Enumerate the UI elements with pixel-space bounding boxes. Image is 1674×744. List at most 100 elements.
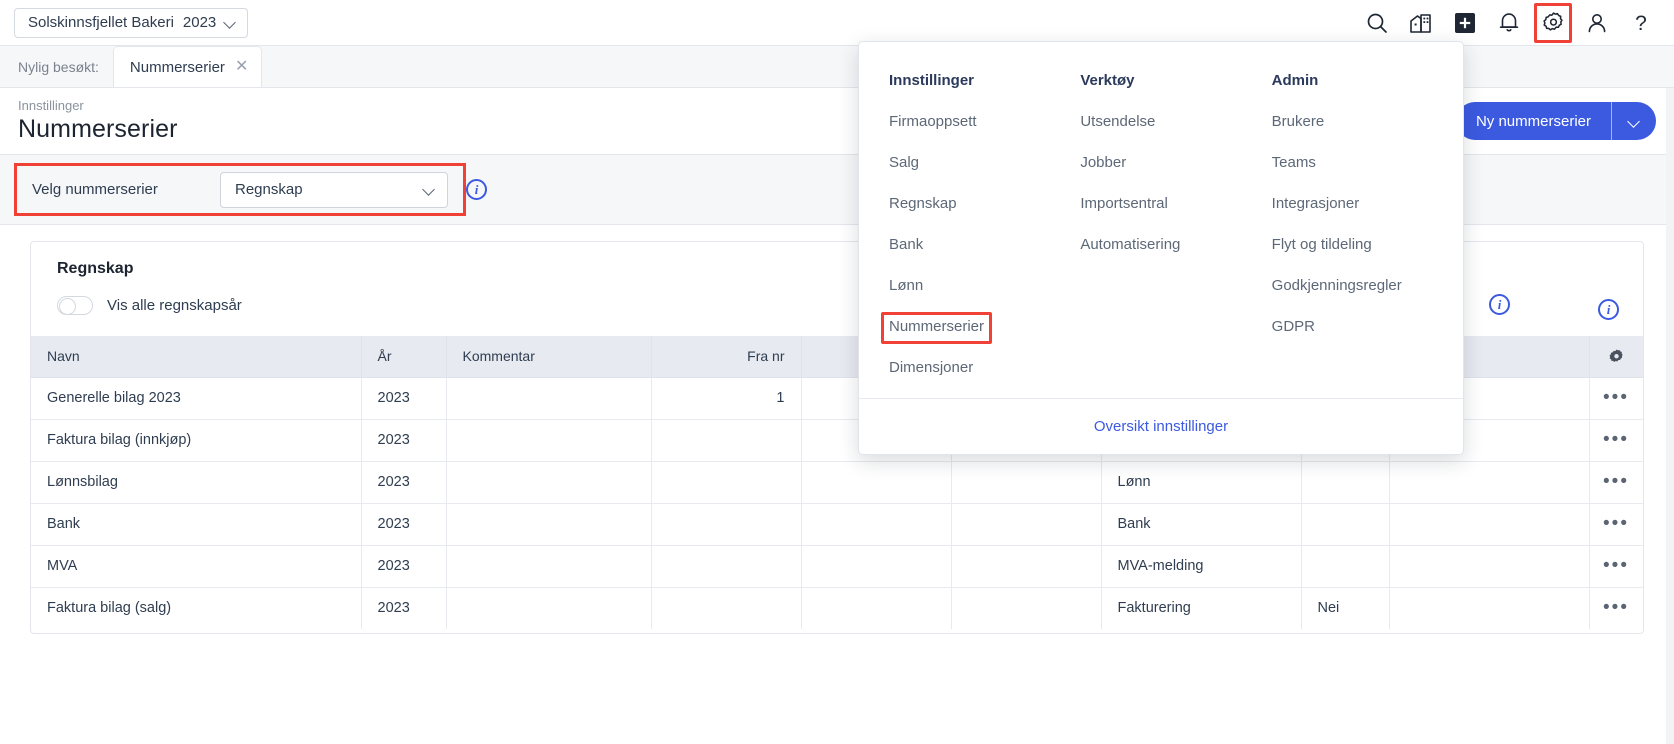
- cell-ar: 2023: [361, 503, 446, 545]
- chevron-down-icon: [424, 184, 435, 195]
- tab-label: Nummerserier: [130, 59, 225, 76]
- cell-sperret: [1301, 503, 1389, 545]
- user-profile-icon[interactable]: [1582, 8, 1612, 38]
- settings-menu-item-regnskap[interactable]: Regnskap: [889, 195, 957, 212]
- new-number-series-button[interactable]: Ny nummerserier: [1456, 102, 1611, 140]
- application-window: Solskinnsfjellet Bakeri 2023: [0, 0, 1674, 744]
- breadcrumb: Innstillinger: [18, 98, 178, 114]
- col-navn[interactable]: Navn: [31, 336, 361, 377]
- new-number-series-button-group[interactable]: Ny nummerserier: [1456, 102, 1656, 140]
- table-row[interactable]: Bank2023Bank•••: [31, 503, 1643, 545]
- series-selector-group: Velg nummerserier Regnskap i: [0, 172, 487, 208]
- col-ar[interactable]: År: [361, 336, 446, 377]
- settings-menu-item-salg[interactable]: Salg: [889, 154, 919, 171]
- settings-menu-item-dimensjoner[interactable]: Dimensjoner: [889, 359, 973, 376]
- settings-menu-item-godkjenningsregler[interactable]: Godkjenningsregler: [1272, 277, 1402, 294]
- cell-sperret: [1301, 545, 1389, 587]
- settings-menu-item-utsendelse[interactable]: Utsendelse: [1080, 113, 1155, 130]
- company-building-icon[interactable]: [1406, 8, 1436, 38]
- row-actions-menu-icon[interactable]: •••: [1589, 587, 1643, 629]
- settings-menu-heading: Verktøy: [1080, 72, 1271, 89]
- settings-menu-item-teams[interactable]: Teams: [1272, 154, 1316, 171]
- show-all-years-label: Vis alle regnskapsår: [107, 297, 242, 314]
- table-area-info-icon[interactable]: i: [1489, 294, 1510, 315]
- chevron-down-icon: [225, 17, 236, 28]
- cell-kommentar: [446, 419, 651, 461]
- search-icon[interactable]: [1362, 8, 1392, 38]
- settings-menu-item-bank[interactable]: Bank: [889, 236, 923, 253]
- cell-sperret: Nei: [1301, 587, 1389, 629]
- cell-ar: 2023: [361, 461, 446, 503]
- help-question-icon[interactable]: ?: [1626, 8, 1656, 38]
- row-actions-menu-icon[interactable]: •••: [1589, 503, 1643, 545]
- add-plus-icon[interactable]: [1450, 8, 1480, 38]
- cell-type: Bank: [1101, 503, 1301, 545]
- cell-til-nr: [801, 461, 951, 503]
- table-row[interactable]: MVA2023MVA-melding•••: [31, 545, 1643, 587]
- settings-menu-item-wrap: Automatisering: [1080, 236, 1271, 277]
- cell-navn: MVA: [31, 545, 361, 587]
- series-select-value: Regnskap: [235, 181, 303, 198]
- settings-menu-item-importsentral[interactable]: Importsentral: [1080, 195, 1168, 212]
- row-actions-menu-icon[interactable]: •••: [1589, 461, 1643, 503]
- cell-ar: 2023: [361, 419, 446, 461]
- settings-menu-column-admin: Admin Brukere Teams Integrasjoner Flyt og ti…: [1272, 72, 1463, 400]
- settings-menu-item-l-nn[interactable]: Lønn: [889, 277, 923, 294]
- cell-navn: Faktura bilag (innkjøp): [31, 419, 361, 461]
- new-number-series-dropdown-button[interactable]: [1612, 102, 1656, 140]
- cell-fra-nr: [651, 419, 801, 461]
- settings-menu-columns: Innstillinger Firmaoppsett Salg Regnskap Ban…: [859, 42, 1463, 400]
- cell-neste-nr: [951, 545, 1101, 587]
- cell-fra-nr: [651, 503, 801, 545]
- settings-menu-item-flyt-og-tildeling[interactable]: Flyt og tildeling: [1272, 236, 1372, 253]
- company-name: Solskinnsfjellet Bakeri: [28, 14, 174, 31]
- row-actions-menu-icon[interactable]: •••: [1589, 419, 1643, 461]
- settings-menu-item-wrap: GDPR: [1272, 318, 1463, 359]
- col-fra-nr[interactable]: Fra nr: [651, 336, 801, 377]
- series-select[interactable]: Regnskap: [220, 172, 448, 208]
- col-kommentar[interactable]: Kommentar: [446, 336, 651, 377]
- vertical-scrollbar[interactable]: [1666, 88, 1674, 744]
- svg-text:?: ?: [1635, 12, 1647, 34]
- cell-kommentar: [446, 545, 651, 587]
- cell-fra-nr: [651, 587, 801, 629]
- company-year-selector[interactable]: Solskinnsfjellet Bakeri 2023: [14, 8, 248, 38]
- cell-kommentar: [446, 377, 651, 419]
- cell-navn: Generelle bilag 2023: [31, 377, 361, 419]
- cell-fra-nr: 1: [651, 377, 801, 419]
- settings-menu-heading: Innstillinger: [889, 72, 1080, 89]
- settings-overview-link[interactable]: Oversikt innstillinger: [1094, 418, 1228, 435]
- tab-nummerserier[interactable]: Nummerserier ✕: [113, 46, 262, 87]
- series-selector-info-icon[interactable]: i: [466, 179, 487, 200]
- cell-type: MVA-melding: [1101, 545, 1301, 587]
- table-row[interactable]: Lønnsbilag2023Lønn•••: [31, 461, 1643, 503]
- settings-menu-item-wrap: Dimensjoner: [889, 359, 1080, 400]
- button-divider: [1611, 102, 1612, 140]
- settings-menu-item-integrasjoner[interactable]: Integrasjoner: [1272, 195, 1360, 212]
- settings-menu-item-brukere[interactable]: Brukere: [1272, 113, 1325, 130]
- show-all-years-toggle[interactable]: [57, 296, 93, 315]
- table-settings-gear-icon[interactable]: [1590, 348, 1643, 365]
- col-settings[interactable]: [1589, 336, 1643, 377]
- top-bar-icon-group: ?: [1362, 8, 1674, 38]
- cell-til-nr: [801, 503, 951, 545]
- cell-til-nr: [801, 587, 951, 629]
- row-actions-menu-icon[interactable]: •••: [1589, 377, 1643, 419]
- cell-kommentar: [446, 587, 651, 629]
- table-row[interactable]: Faktura bilag (salg)2023FaktureringNei••…: [31, 587, 1643, 629]
- cell-standard: [1389, 503, 1589, 545]
- row-actions-menu-icon[interactable]: •••: [1589, 545, 1643, 587]
- settings-menu-item-jobber[interactable]: Jobber: [1080, 154, 1126, 171]
- card-info-icon[interactable]: i: [1598, 299, 1619, 320]
- settings-menu-item-automatisering[interactable]: Automatisering: [1080, 236, 1180, 253]
- settings-menu-heading: Admin: [1272, 72, 1463, 89]
- cell-neste-nr: [951, 461, 1101, 503]
- cell-til-nr: [801, 545, 951, 587]
- notification-bell-icon[interactable]: [1494, 8, 1524, 38]
- settings-gear-icon[interactable]: [1538, 8, 1568, 38]
- settings-menu-item-nummerserier[interactable]: Nummerserier: [889, 318, 984, 335]
- close-icon[interactable]: ✕: [235, 59, 248, 75]
- settings-menu-item-gdpr[interactable]: GDPR: [1272, 318, 1315, 335]
- settings-menu-item-wrap: Brukere: [1272, 113, 1463, 154]
- settings-menu-item-firmaoppsett[interactable]: Firmaoppsett: [889, 113, 977, 130]
